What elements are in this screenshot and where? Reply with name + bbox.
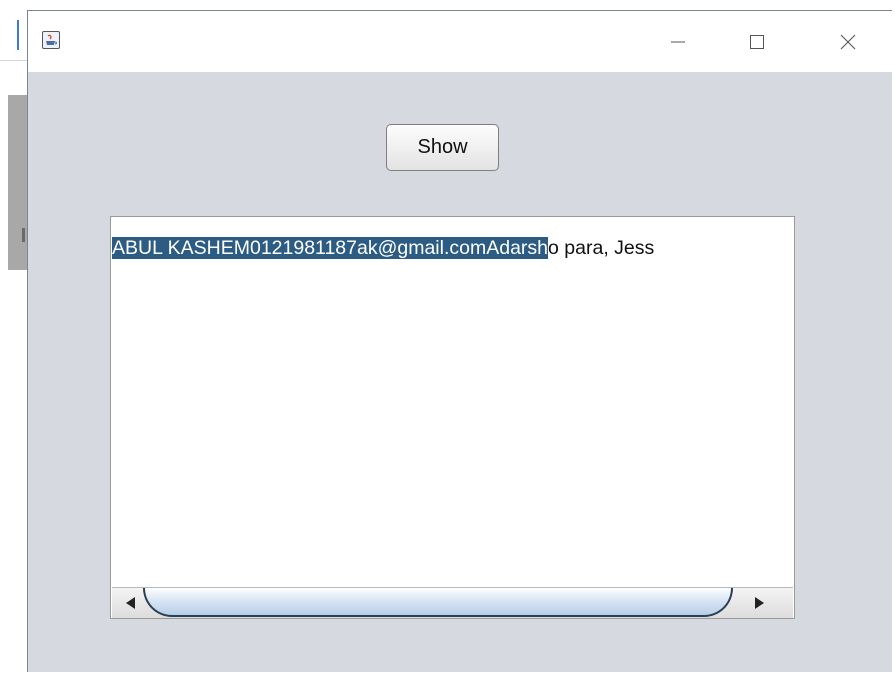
selected-text: ABUL KASHEM0121981187ak@gmail.comAdarsh [112, 237, 549, 259]
unselected-text: o para, Jess [548, 237, 655, 259]
window-content: Show ABUL KASHEM0121981187ak@gmail.comAd… [28, 72, 892, 673]
scroll-right-arrow-icon[interactable] [755, 597, 764, 609]
close-icon [840, 34, 856, 49]
background-scrollbar [8, 95, 27, 270]
java-cup-icon [42, 31, 60, 49]
maximize-button[interactable] [735, 11, 779, 72]
text-scroll-pane[interactable]: ABUL KASHEM0121981187ak@gmail.comAdarsho… [110, 216, 795, 619]
horizontal-scrollbar[interactable] [112, 587, 793, 618]
minimize-icon [671, 41, 685, 42]
close-button[interactable] [826, 11, 870, 72]
text-area-content[interactable]: ABUL KASHEM0121981187ak@gmail.comAdarsho… [112, 231, 654, 265]
maximize-icon [750, 34, 764, 49]
app-window: Show ABUL KASHEM0121981187ak@gmail.comAd… [27, 10, 892, 672]
show-button[interactable]: Show [386, 124, 499, 171]
background-desktop [0, 0, 27, 672]
background-marker-2 [22, 228, 25, 242]
scrollbar-thumb[interactable] [143, 588, 733, 617]
minimize-button[interactable] [656, 11, 700, 72]
title-bar[interactable] [28, 11, 892, 72]
background-marker [17, 20, 19, 50]
background-divider [0, 60, 27, 61]
scroll-left-arrow-icon[interactable] [126, 597, 135, 609]
